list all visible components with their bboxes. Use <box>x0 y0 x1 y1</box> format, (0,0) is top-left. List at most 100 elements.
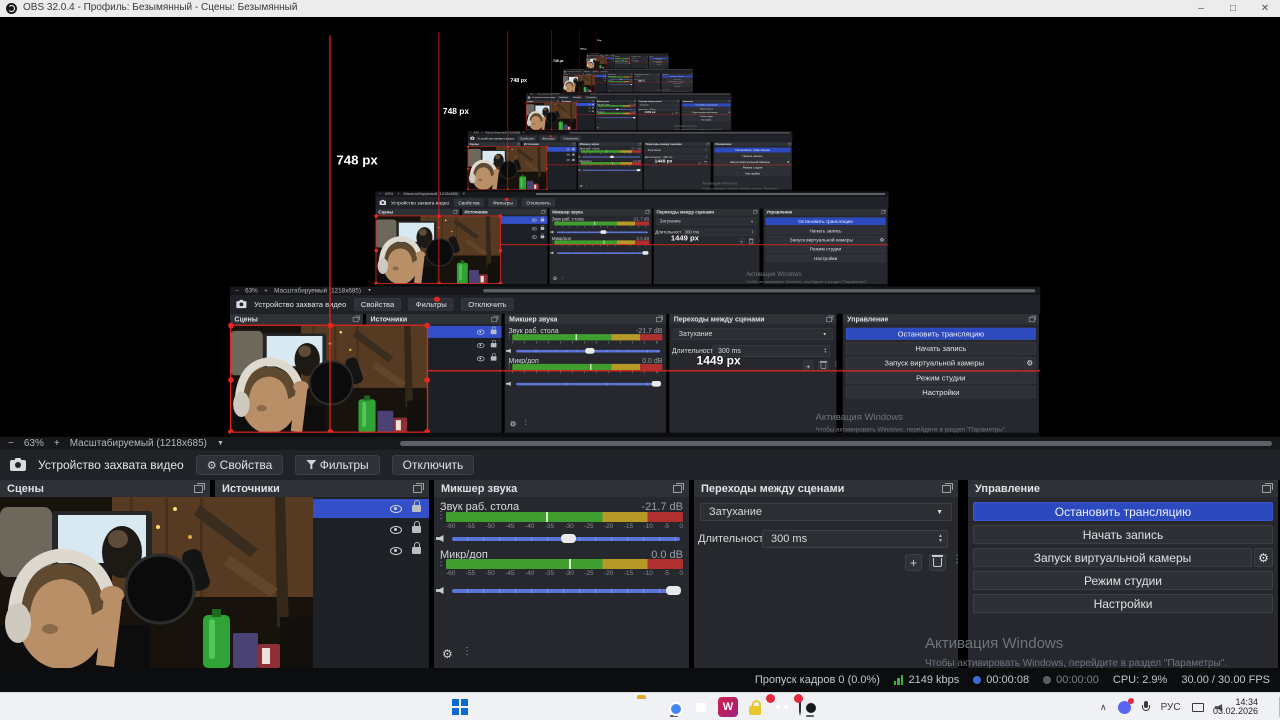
settings-button[interactable]: Настройки <box>973 594 1273 613</box>
controls-panel-header: Управление <box>968 480 1278 497</box>
zoom-in-button[interactable]: + <box>54 438 60 449</box>
preview-canvas[interactable]: −63%+ Масштабируемый (1218x685)▼ Устройс… <box>0 30 1280 437</box>
virtual-cam-button[interactable]: Запуск виртуальной камеры <box>973 548 1252 567</box>
deactivate-button[interactable]: Отключить <box>391 455 475 475</box>
tray-chevron-icon[interactable]: ∧ <box>1100 702 1107 713</box>
visibility-eye-icon[interactable] <box>390 504 402 513</box>
filters-button[interactable]: Фильтры <box>295 455 380 475</box>
mini-measure-width-label: 1449 px <box>633 60 639 62</box>
mixer-menu-icon[interactable]: ⋮ <box>462 647 472 657</box>
mini-source-toolbar: Устройство захвата видео Свойства Фильтр… <box>375 196 889 209</box>
clock-date[interactable]: 03.02.2026 <box>1213 706 1258 716</box>
remove-transition-button[interactable] <box>929 554 946 571</box>
camera-icon <box>10 457 26 471</box>
sources-panel-header: Источники <box>215 480 429 497</box>
mini-measure-vline <box>438 32 440 284</box>
popout-icon[interactable] <box>673 482 684 493</box>
duration-label: Длительность <box>698 533 770 545</box>
captured-screen-copy: −63%+ Масштабируемый (1218x685)▼ Устройс… <box>562 30 694 94</box>
tray-discord-icon[interactable] <box>1117 697 1134 714</box>
lock-icon[interactable] <box>412 542 421 554</box>
mini-measure-height-label: 748 px <box>510 77 527 84</box>
mini-camera-icon <box>379 199 387 205</box>
transition-menu-icon[interactable]: ⋮ <box>952 555 962 565</box>
trash-icon <box>932 555 943 567</box>
db-tick: -10 <box>643 523 653 530</box>
captured-screen-copy: −63%+ Масштабируемый (1218x685)▼ Устройс… <box>466 30 793 192</box>
studio-mode-button[interactable]: Режим студии <box>973 571 1273 590</box>
maximize-button[interactable]: □ <box>1218 0 1248 17</box>
transition-select[interactable]: Затухание ▼ <box>700 503 952 521</box>
mini-measure-vline <box>507 30 509 190</box>
source-toolbar: Устройство захвата видео ⚙ Свойства Филь… <box>0 450 1280 480</box>
scale-mode-caret[interactable]: ▼ <box>217 440 224 447</box>
start-button[interactable] <box>450 697 470 717</box>
stream-status-icon <box>973 676 982 684</box>
wildberries-icon[interactable]: W <box>718 697 738 717</box>
visibility-eye-icon[interactable] <box>390 525 402 534</box>
mini-camera-icon <box>470 136 475 140</box>
popout-icon[interactable] <box>942 482 953 493</box>
scenes-panel-header: Сцены <box>0 480 210 497</box>
chevron-down-icon: ▼ <box>936 508 943 516</box>
titlebar: OBS 32.0.4 - Профиль: Безымянный - Сцены… <box>0 0 1280 17</box>
captured-screen-copy: −63%+ Масштабируемый (1218x685)▼ Устройс… <box>586 30 669 69</box>
obs-taskbar-icon[interactable] <box>794 694 814 717</box>
mini-controls-panel: Остановить трансляцию Начать запись Запу… <box>657 74 693 92</box>
duration-spinbox[interactable]: 300 ms ▲ ▼ <box>762 530 948 548</box>
popout-icon[interactable] <box>194 482 205 493</box>
source-toolbar-label: Устройство захвата видео <box>38 458 184 472</box>
webcam-video-art <box>0 497 313 668</box>
mini-controls-panel: Остановить трансляцию Начать запись Запу… <box>816 324 1039 433</box>
captured-screen-copy: −63%+ Масштабируемый (1218x685)▼ Устройс… <box>525 30 732 132</box>
add-transition-button[interactable]: + <box>905 554 922 571</box>
preview-hscrollbar[interactable] <box>400 441 1272 446</box>
db-tick: -40 <box>525 523 535 530</box>
zoom-level: 63% <box>23 438 44 449</box>
db-tick: -10 <box>643 570 653 577</box>
properties-button[interactable]: ⚙ Свойства <box>195 455 284 475</box>
stop-stream-button[interactable]: Остановить трансляцию <box>973 502 1273 521</box>
activation-watermark-title: Активация Windows <box>925 635 1064 652</box>
zoom-out-button[interactable]: − <box>8 438 14 449</box>
notification-badge <box>794 694 803 703</box>
lock-icon[interactable] <box>412 500 421 512</box>
close-button[interactable]: ✕ <box>1250 0 1280 17</box>
captured-screen-copy: −63%+ Масштабируемый (1218x685)▼ Устройс… <box>374 30 889 287</box>
mixer-ch1-volume-slider[interactable] <box>452 534 680 543</box>
scale-mode[interactable]: Масштабируемый (1218x685) <box>70 438 207 449</box>
virtual-cam-settings-gear-icon[interactable]: ⚙ <box>1254 548 1273 567</box>
advanced-audio-icon[interactable]: ⚙ <box>442 647 453 661</box>
system-tray: ∧ РУС <box>1100 693 1226 720</box>
mixer-ch2-ticks: -60 -55 -50 -45 -40 -35 -30 -25 -20 -15 -10 -5 0 <box>446 570 683 577</box>
windows-taskbar: Поиск W ∧ РУС 14:34 03.02.2026 <box>0 692 1280 720</box>
start-record-button[interactable]: Начать запись <box>973 525 1273 544</box>
mixer-ch2-menu[interactable]: ⋮ <box>436 558 446 568</box>
mini-measure-width-label: 1449 px <box>696 354 741 368</box>
mini-scenes-header: Сцены <box>230 313 363 325</box>
popout-icon[interactable] <box>413 482 424 493</box>
language-indicator[interactable]: РУС <box>1161 702 1181 713</box>
mini-sources-header: Источники <box>366 313 502 325</box>
mini-measure-width-label: 1449 px <box>644 110 656 114</box>
db-tick: -15 <box>623 570 634 577</box>
network-icon[interactable] <box>1191 702 1204 712</box>
spinner-arrows: ▲ ▼ <box>938 533 943 544</box>
mixer-ch1-ticks: -60 -55 -50 -45 -40 -35 -30 -25 -20 -15 -10 -5 0 <box>446 523 683 530</box>
visibility-eye-icon[interactable] <box>390 546 402 555</box>
mini-measure-hline <box>501 244 889 246</box>
mini-transitions-header: Переходы между сценами <box>653 208 760 216</box>
popout-icon[interactable] <box>1262 482 1273 493</box>
minimize-button[interactable]: – <box>1186 0 1216 17</box>
tray-microphone-icon[interactable] <box>1141 701 1150 713</box>
db-tick: 0 <box>679 523 683 530</box>
stream-timer: 00:00:08 <box>973 674 1029 686</box>
obs-logo-icon <box>6 3 17 14</box>
mixer-ch1-menu[interactable]: ⋮ <box>436 511 446 521</box>
mini-camera-icon <box>236 299 247 308</box>
mixer-ch2-volume-slider[interactable] <box>452 586 682 595</box>
db-tick: -50 <box>485 570 495 577</box>
db-tick: -5 <box>663 523 670 530</box>
lock-icon[interactable] <box>412 521 421 533</box>
mini-controls-panel: Остановить трансляцию Начать запись Запу… <box>702 146 792 190</box>
